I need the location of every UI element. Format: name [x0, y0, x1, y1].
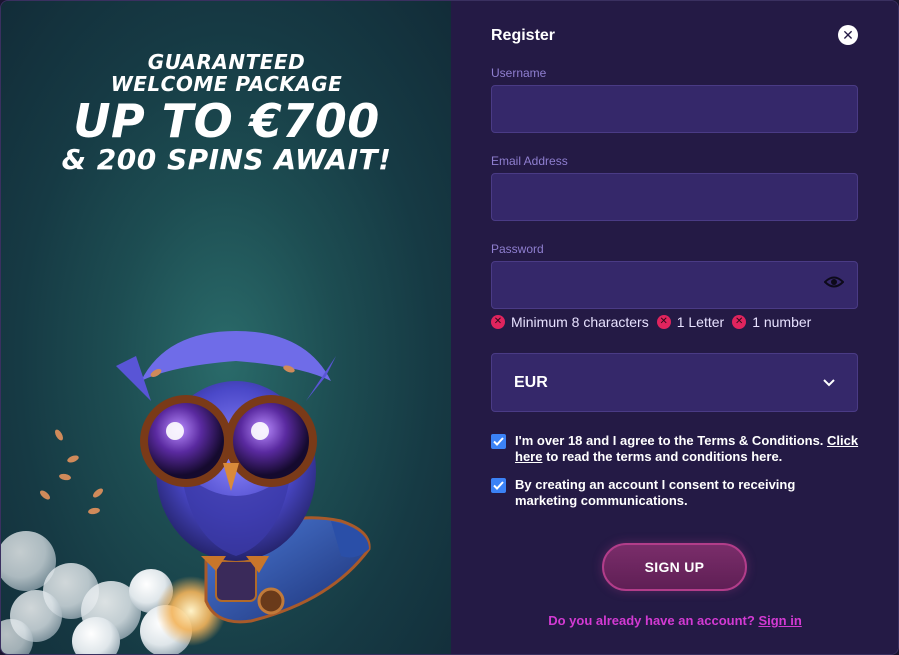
- password-input[interactable]: [491, 261, 858, 309]
- promo-headline: GUARANTEED WELCOME PACKAGE UP TO €700 & …: [1, 51, 451, 175]
- register-modal: GUARANTEED WELCOME PACKAGE UP TO €700 & …: [0, 0, 899, 655]
- rule-label: 1 Letter: [676, 314, 725, 330]
- password-rules: ✕ Minimum 8 characters ✕ 1 Letter ✕ 1 nu…: [491, 314, 819, 330]
- form-title: Register: [491, 27, 556, 44]
- marketing-checkbox[interactable]: [491, 478, 506, 493]
- username-input[interactable]: [491, 85, 858, 133]
- terms-row: I'm over 18 and I agree to the Terms & C…: [491, 433, 861, 465]
- email-input[interactable]: [491, 173, 858, 221]
- email-label: Email Address: [491, 154, 568, 168]
- smoke-clouds: [1, 531, 226, 654]
- rule-label: Minimum 8 characters: [511, 314, 649, 330]
- close-icon: ✕: [842, 27, 854, 43]
- signin-row: Do you already have an account? Sign in: [451, 613, 898, 628]
- x-circle-icon: ✕: [732, 315, 747, 329]
- promo-amount: UP TO €700: [73, 94, 380, 148]
- terms-text: I'm over 18 and I agree to the Terms & C…: [515, 433, 861, 465]
- promo-panel: GUARANTEED WELCOME PACKAGE UP TO €700 & …: [1, 1, 451, 654]
- promo-line-1: GUARANTEED: [147, 50, 306, 74]
- rule-letter: ✕ 1 Letter: [656, 314, 725, 330]
- eye-icon[interactable]: [824, 274, 844, 290]
- marketing-row: By creating an account I consent to rece…: [491, 477, 861, 509]
- password-label: Password: [491, 242, 544, 256]
- currency-select[interactable]: EUR: [491, 353, 858, 412]
- terms-text-before: I'm over 18 and I agree to the Terms & C…: [515, 433, 828, 448]
- terms-text-after: to read the terms and conditions here.: [542, 449, 783, 464]
- marketing-text: By creating an account I consent to rece…: [515, 477, 796, 508]
- currency-value: EUR: [514, 373, 548, 391]
- rule-label: 1 number: [752, 314, 812, 330]
- register-form: Register ✕ Username Email Address Passwo…: [451, 1, 898, 654]
- promo-spins: & 200 SPINS AWAIT!: [61, 143, 392, 176]
- rule-number: ✕ 1 number: [732, 314, 811, 330]
- signin-prompt: Do you already have an account?: [548, 613, 759, 628]
- x-circle-icon: ✕: [656, 315, 671, 329]
- x-circle-icon: ✕: [491, 315, 505, 329]
- close-button[interactable]: ✕: [838, 25, 858, 45]
- signin-link[interactable]: Sign in: [758, 613, 801, 628]
- terms-checkbox[interactable]: [491, 434, 506, 449]
- username-label: Username: [491, 66, 547, 80]
- promo-line-2: WELCOME PACKAGE: [110, 72, 343, 96]
- check-icon: [493, 481, 504, 490]
- rule-min-length: ✕ Minimum 8 characters: [491, 314, 649, 330]
- signup-button[interactable]: SIGN UP: [602, 543, 747, 591]
- check-icon: [493, 437, 504, 446]
- chevron-down-icon: [823, 378, 835, 386]
